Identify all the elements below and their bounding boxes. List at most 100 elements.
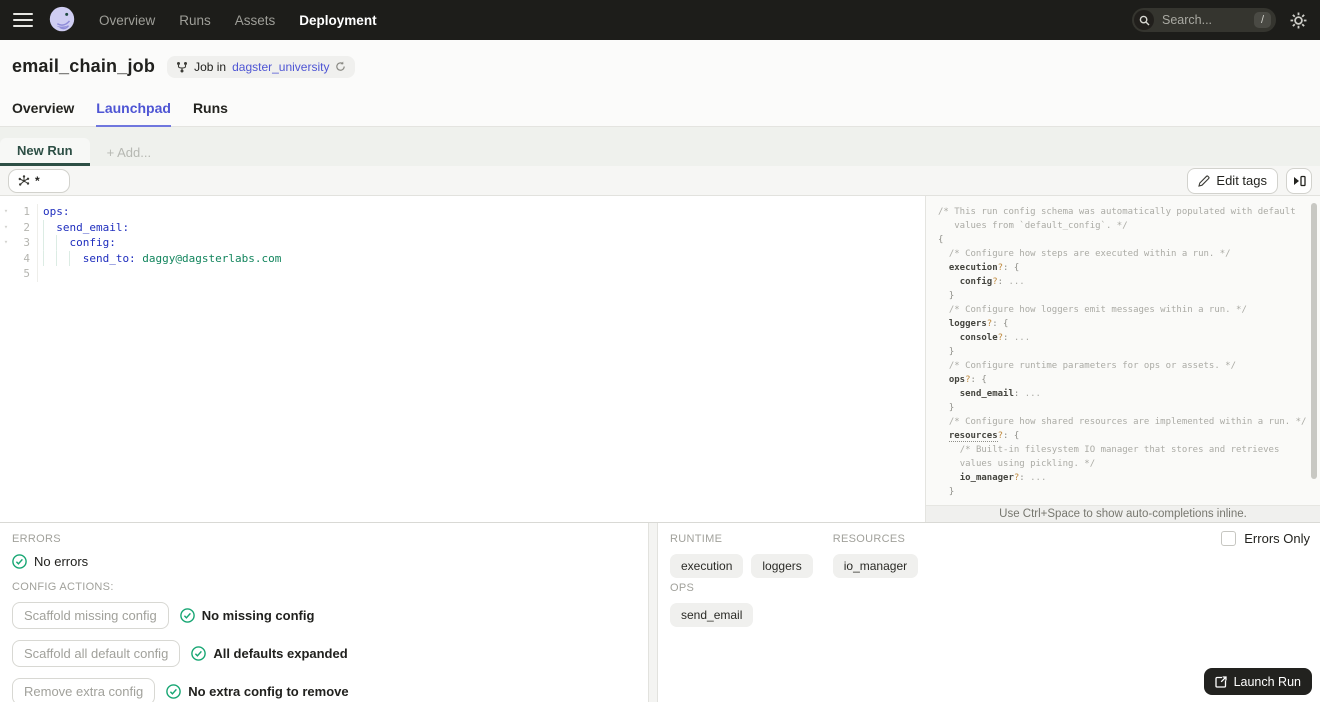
config-action-status: All defaults expanded [191, 646, 348, 661]
status-text: No missing config [201, 608, 315, 623]
schema-token: /* Configure runtime parameters for ops … [948, 361, 1237, 371]
schema-line: } [938, 345, 1302, 359]
top-nav-assets[interactable]: Assets [235, 13, 276, 28]
repo-link[interactable]: dagster_university [232, 60, 329, 74]
add-config-tab-button[interactable]: + Add... [90, 138, 168, 166]
schema-token: ... [1008, 277, 1025, 287]
panel-resize-handle[interactable] [648, 523, 658, 702]
schema-token: ... [1030, 473, 1047, 483]
schema-line: console?: ... [938, 331, 1302, 345]
launchpad-toolbar: * Edit tags [0, 166, 1320, 196]
schema-token [938, 459, 960, 469]
schema-token: execution [948, 263, 998, 273]
launch-icon [1214, 675, 1227, 688]
run-config-editor[interactable]: ▾ 1 ops: ▾ 2 send_email: ▾ 3 config: 4 send_to: da… [0, 196, 925, 522]
job-fork-icon [177, 61, 188, 72]
launch-run-label: Launch Run [1233, 674, 1301, 689]
schema-token: } [938, 347, 955, 357]
schema-token: /* Configure how steps are executed with… [948, 249, 1231, 259]
schema-line: /* This run config schema was automatica… [938, 205, 1302, 219]
schema-token [938, 445, 960, 455]
schema-line: values from `default_config`. */ [938, 219, 1302, 233]
search-placeholder: Search... [1162, 13, 1213, 27]
remove-extra-config-button[interactable]: Remove extra config [12, 678, 156, 702]
fold-caret-icon[interactable]: ▾ [0, 220, 12, 236]
hamburger-menu-icon[interactable] [13, 13, 33, 27]
top-nav-deployment[interactable]: Deployment [299, 13, 376, 28]
schema-token [938, 249, 949, 259]
scaffold-all-default-config-button[interactable]: Scaffold all default config [12, 640, 181, 667]
yaml-value: daggy@dagsterlabs.com [135, 251, 282, 265]
schema-token [938, 375, 949, 385]
edit-tags-button[interactable]: Edit tags [1187, 167, 1278, 194]
schema-token: : [1013, 389, 1025, 399]
tag-list: execution loggers [670, 554, 813, 578]
indent-guide [56, 235, 70, 251]
job-location-pill: Job in dagster_university [167, 55, 356, 78]
schema-token: : [997, 277, 1009, 287]
tag-loggers[interactable]: loggers [751, 554, 813, 578]
yaml-key: send_to: [82, 251, 136, 265]
errors-label: ERRORS [12, 533, 61, 545]
schema-line: { [938, 233, 1302, 247]
op-selector-input[interactable]: * [8, 168, 70, 193]
schema-token: : [1003, 333, 1014, 343]
schema-line: send_email: ... [938, 387, 1302, 401]
config-action-status: No extra config to remove [166, 684, 349, 699]
search-input[interactable]: Search... / [1132, 8, 1276, 32]
errors-only-checkbox[interactable] [1221, 531, 1237, 546]
schema-token: : [1019, 473, 1031, 483]
config-actions-label: CONFIG ACTIONS: [12, 581, 114, 593]
resources-label: RESOURCES [832, 533, 906, 545]
schema-token [938, 361, 949, 371]
edit-tags-label: Edit tags [1216, 173, 1267, 188]
status-text: No extra config to remove [188, 684, 349, 699]
schema-line: /* Configure how shared resources are im… [938, 415, 1307, 429]
schema-token: loggers [948, 319, 987, 329]
run-config-tab-strip: New Run + Add... [0, 127, 1320, 166]
dagster-logo-icon[interactable] [47, 5, 77, 35]
tab-overview[interactable]: Overview [12, 100, 74, 127]
top-nav-overview[interactable]: Overview [99, 13, 155, 28]
tab-new-run[interactable]: New Run [0, 138, 90, 166]
schema-token: /* Configure how shared resources are im… [948, 417, 1307, 427]
tag-execution[interactable]: execution [670, 554, 744, 578]
top-nav-items: Overview Runs Assets Deployment [99, 13, 377, 28]
line-number: 3 [12, 235, 38, 251]
settings-gear-icon[interactable] [1290, 12, 1307, 29]
tag-row: OPS send_email [670, 582, 1308, 627]
errors-only-toggle: Errors Only [1221, 531, 1310, 546]
editor-line: ▾ 1 ops: [0, 204, 925, 220]
tag-io_manager[interactable]: io_manager [832, 554, 919, 578]
schema-line: io_manager?: ... [938, 471, 1302, 485]
editor-line: ▾ 3 config: [0, 235, 925, 251]
autocomplete-hint: Use Ctrl+Space to show auto-completions … [926, 505, 1320, 522]
errors-only-label: Errors Only [1244, 531, 1310, 546]
config-action-status: No missing config [179, 608, 315, 623]
search-icon [1134, 10, 1154, 30]
reload-repo-icon[interactable] [335, 61, 346, 72]
tag-send_email[interactable]: send_email [670, 603, 754, 627]
errors-panel: ERRORS No errors CONFIG ACTIONS: Scaffol… [0, 523, 648, 702]
expand-panel-button[interactable] [1286, 167, 1312, 194]
launchpad-main: ▾ 1 ops: ▾ 2 send_email: ▾ 3 config: 4 send_to: da… [0, 196, 1320, 522]
fold-caret-icon[interactable]: ▾ [0, 235, 12, 251]
schema-line: /* Configure how loggers emit messages w… [938, 303, 1302, 317]
schema-scrollbar[interactable] [1311, 203, 1317, 479]
schema-token: ... [1024, 389, 1041, 399]
line-number: 4 [12, 250, 38, 266]
launch-run-button[interactable]: Launch Run [1203, 668, 1312, 695]
fold-caret-icon[interactable]: ▾ [0, 204, 12, 220]
config-schema-text: /* This run config schema was automatica… [926, 196, 1320, 499]
schema-token: io_manager [959, 473, 1014, 483]
line-number: 1 [12, 204, 38, 220]
bottom-panel: ERRORS No errors CONFIG ACTIONS: Scaffol… [0, 522, 1320, 702]
check-circle-icon [191, 646, 207, 661]
top-nav-runs[interactable]: Runs [179, 13, 211, 28]
schema-token: config [959, 277, 993, 287]
schema-token: : { [992, 319, 1009, 329]
tab-runs[interactable]: Runs [193, 100, 228, 127]
scaffold-missing-config-button[interactable]: Scaffold missing config [12, 602, 169, 629]
tab-launchpad[interactable]: Launchpad [96, 100, 171, 127]
schema-token: : { [970, 375, 987, 385]
